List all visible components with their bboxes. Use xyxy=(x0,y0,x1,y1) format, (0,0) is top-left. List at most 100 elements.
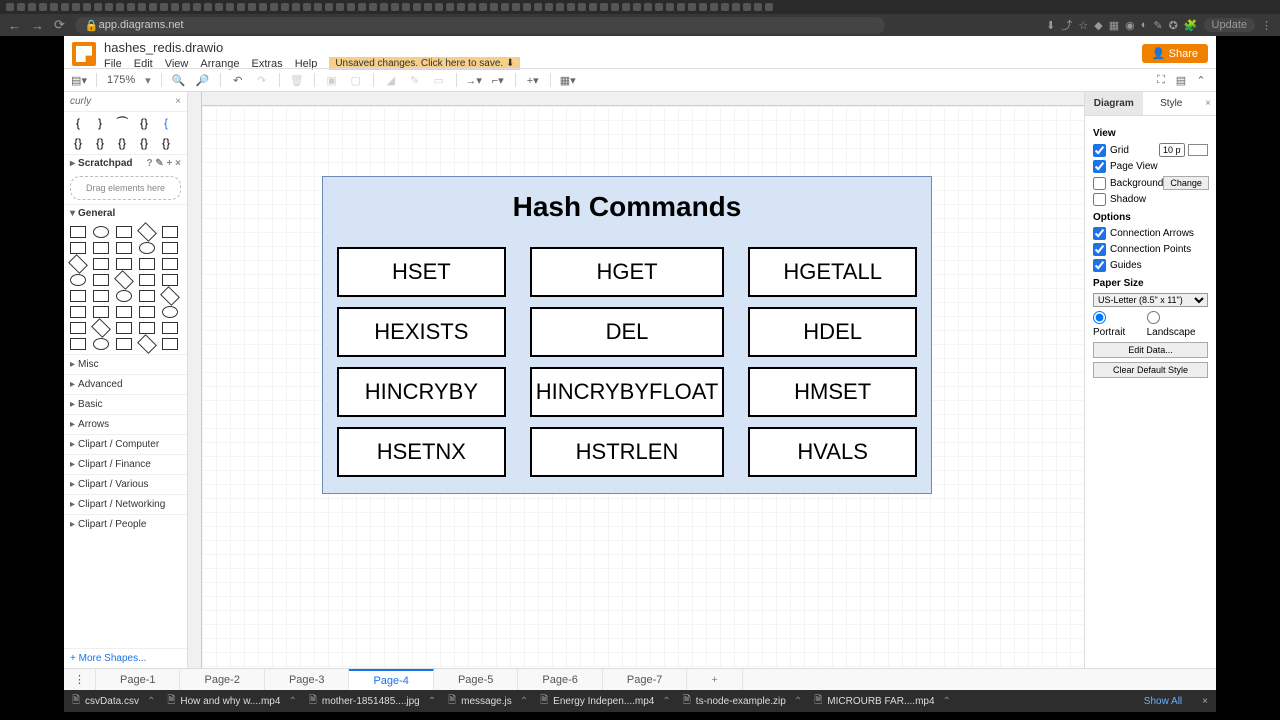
browser-tab[interactable] xyxy=(545,3,553,11)
canvas[interactable]: Hash Commands HSETHGETHGETALLHEXISTSDELH… xyxy=(202,106,1084,668)
category-item[interactable]: ▸Clipart / Networking xyxy=(64,494,187,514)
category-item[interactable]: ▸Misc xyxy=(64,354,187,374)
browser-tab[interactable] xyxy=(391,3,399,11)
shadow-icon[interactable]: ▭ xyxy=(432,73,446,87)
page-tab[interactable]: Page-2 xyxy=(180,669,264,690)
browser-tab[interactable] xyxy=(589,3,597,11)
chevron-up-icon[interactable]: ⌃ xyxy=(147,696,155,707)
browser-tab[interactable] xyxy=(336,3,344,11)
page-tab[interactable]: Page-1 xyxy=(96,669,180,690)
shape-stencil[interactable] xyxy=(116,322,132,334)
waypoint-icon[interactable]: ⌐▾ xyxy=(491,73,505,87)
shape-stencil[interactable] xyxy=(70,226,86,238)
browser-tab[interactable] xyxy=(204,3,212,11)
browser-tab[interactable] xyxy=(424,3,432,11)
command-box[interactable]: HSET xyxy=(337,247,506,297)
chevron-up-icon[interactable]: ⌃ xyxy=(794,696,802,707)
category-item[interactable]: ▸Clipart / Finance xyxy=(64,454,187,474)
browser-tab[interactable] xyxy=(677,3,685,11)
share-icon[interactable]: ⤴ xyxy=(1061,17,1072,33)
app-logo[interactable] xyxy=(72,42,96,66)
shape-stencil[interactable] xyxy=(162,306,178,318)
insert-icon[interactable]: +▾ xyxy=(526,73,540,87)
browser-tab[interactable] xyxy=(28,3,36,11)
command-box[interactable]: HVALS xyxy=(748,427,917,477)
command-box[interactable]: HEXISTS xyxy=(337,307,506,357)
page-setup-icon[interactable]: ▤▾ xyxy=(72,73,86,87)
braces-icon[interactable]: {} xyxy=(136,116,152,130)
shape-stencil[interactable] xyxy=(70,242,86,254)
command-box[interactable]: HINCRYBY xyxy=(337,367,506,417)
browser-tab[interactable] xyxy=(732,3,740,11)
grid-color-swatch[interactable] xyxy=(1188,144,1208,156)
browser-tab[interactable] xyxy=(325,3,333,11)
clear-search-icon[interactable]: × xyxy=(175,96,181,107)
shape-stencil[interactable] xyxy=(93,306,109,318)
conn-points-checkbox[interactable] xyxy=(1093,243,1106,256)
browser-tab[interactable] xyxy=(534,3,542,11)
tab-diagram[interactable]: Diagram xyxy=(1085,92,1143,115)
background-checkbox[interactable] xyxy=(1093,177,1106,190)
browser-tab[interactable] xyxy=(754,3,762,11)
browser-tab[interactable] xyxy=(655,3,663,11)
shape-stencil[interactable] xyxy=(116,258,132,270)
download-item[interactable]: 🗎csvData.csv⌃ xyxy=(72,693,155,710)
browser-tab[interactable] xyxy=(215,3,223,11)
command-box[interactable]: HGETALL xyxy=(748,247,917,297)
category-item[interactable]: ▸Clipart / Various xyxy=(64,474,187,494)
shape-stencil[interactable] xyxy=(93,274,109,286)
scratchpad-dropzone[interactable]: Drag elements here xyxy=(70,176,181,200)
ext-icon[interactable]: ✪ xyxy=(1169,19,1178,32)
zoom-value[interactable]: 175% xyxy=(107,74,135,86)
browser-tab[interactable] xyxy=(611,3,619,11)
browser-tab[interactable] xyxy=(50,3,58,11)
front-icon[interactable]: ▣ xyxy=(325,73,339,87)
browser-tab[interactable] xyxy=(303,3,311,11)
browser-tab[interactable] xyxy=(446,3,454,11)
chevron-up-icon[interactable]: ⌃ xyxy=(943,696,951,707)
zoom-out-icon[interactable]: 🔎 xyxy=(196,73,210,87)
address-bar[interactable]: 🔒 app.diagrams.net xyxy=(75,17,885,34)
shape-stencil[interactable] xyxy=(162,226,178,238)
ext-icon[interactable]: ✎ xyxy=(1153,19,1162,32)
browser-tab[interactable] xyxy=(314,3,322,11)
shape-stencil[interactable] xyxy=(139,322,155,334)
browser-tab[interactable] xyxy=(94,3,102,11)
undo-icon[interactable]: ↶ xyxy=(231,73,245,87)
change-bg-button[interactable]: Change xyxy=(1163,176,1209,190)
star-icon[interactable]: ☆ xyxy=(1078,19,1088,32)
shape-stencil[interactable] xyxy=(70,338,86,350)
shape-stencil[interactable] xyxy=(160,286,180,306)
clear-style-button[interactable]: Clear Default Style xyxy=(1093,362,1208,378)
ext-icon[interactable]: 🧩 xyxy=(1184,19,1198,32)
page-tab[interactable]: Page-7 xyxy=(603,669,687,690)
browser-tab[interactable] xyxy=(413,3,421,11)
line-icon[interactable]: ✎ xyxy=(408,73,422,87)
share-button[interactable]: 👤 Share xyxy=(1142,44,1208,63)
browser-tab[interactable] xyxy=(699,3,707,11)
braces4-icon[interactable]: {} xyxy=(114,136,130,150)
forward-icon[interactable]: → xyxy=(31,18,44,33)
browser-tab[interactable] xyxy=(567,3,575,11)
redo-icon[interactable]: ↷ xyxy=(255,73,269,87)
browser-tab[interactable] xyxy=(523,3,531,11)
paper-size-select[interactable]: US-Letter (8.5" x 11") xyxy=(1093,293,1208,307)
shape-stencil[interactable] xyxy=(162,322,178,334)
browser-tab[interactable] xyxy=(138,3,146,11)
shape-stencil[interactable] xyxy=(93,338,109,350)
browser-tab[interactable] xyxy=(380,3,388,11)
braces5-icon[interactable]: {} xyxy=(136,136,152,150)
page-tab[interactable]: Page-3 xyxy=(265,669,349,690)
shape-stencil[interactable] xyxy=(139,242,155,254)
browser-tab[interactable] xyxy=(622,3,630,11)
general-header[interactable]: ▾General xyxy=(64,204,187,222)
shape-stencil[interactable] xyxy=(162,274,178,286)
browser-tab[interactable] xyxy=(83,3,91,11)
shape-stencil[interactable] xyxy=(68,254,88,274)
command-box[interactable]: DEL xyxy=(530,307,725,357)
shape-stencil[interactable] xyxy=(139,306,155,318)
fill-icon[interactable]: ◢ xyxy=(384,73,398,87)
browser-tab[interactable] xyxy=(644,3,652,11)
shape-stencil[interactable] xyxy=(162,258,178,270)
shape-stencil[interactable] xyxy=(116,242,132,254)
